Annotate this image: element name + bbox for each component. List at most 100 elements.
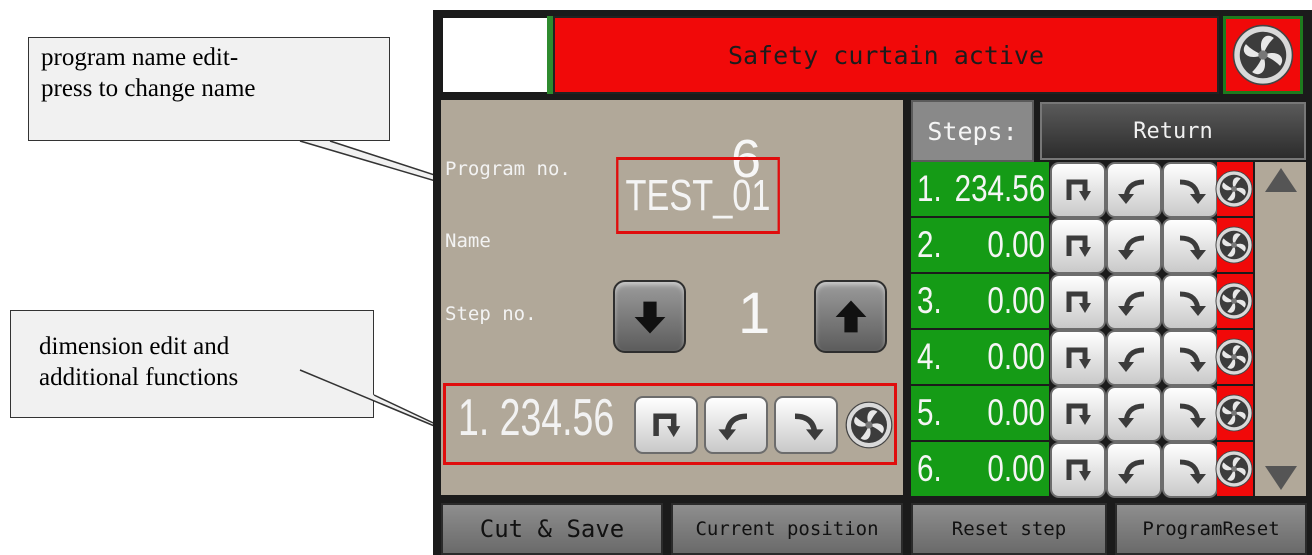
step-index: 3. (917, 280, 942, 321)
curve-left-icon (1114, 170, 1154, 210)
safety-banner: Safety curtain active (553, 16, 1219, 94)
curve-left-icon (1114, 338, 1154, 378)
arrow-up-icon (835, 300, 866, 332)
step-row: 1. 234.56 (911, 162, 1307, 218)
program-name-field[interactable]: TEST_01 (616, 157, 780, 234)
step-no-value: 1 (738, 281, 771, 346)
curve-left-icon (1114, 226, 1154, 266)
step-row: 3. 0.00 (911, 274, 1307, 330)
fan-icon (1215, 226, 1253, 264)
step-curve-left-button[interactable] (1106, 274, 1162, 330)
step-bend-button[interactable] (1050, 218, 1106, 274)
dimension-fan-button[interactable] (844, 396, 894, 454)
step-down-button[interactable] (613, 280, 686, 353)
curve-right-icon (784, 403, 828, 447)
step-curve-left-button[interactable] (1106, 218, 1162, 274)
step-fan-button[interactable] (1217, 442, 1253, 496)
fan-icon (1232, 24, 1294, 86)
step-index: 4. (917, 336, 942, 377)
step-fan-button[interactable] (1217, 162, 1253, 216)
step-fan-button[interactable] (1217, 330, 1253, 384)
step-curve-left-button[interactable] (1106, 162, 1162, 218)
step-value: 0.00 (987, 280, 1045, 321)
step-curve-right-button[interactable] (1162, 274, 1218, 330)
name-label: Name (445, 230, 491, 252)
header-blank-panel (441, 16, 549, 94)
step-value-cell[interactable]: 2. 0.00 (911, 218, 1049, 272)
step-fan-button[interactable] (1217, 218, 1253, 272)
fan-icon (1215, 170, 1253, 208)
callout-dimension-line2: additional functions (39, 364, 239, 391)
step-row: 5. 0.00 (911, 386, 1307, 442)
bend-down-icon (1058, 338, 1098, 378)
step-up-button[interactable] (814, 280, 887, 353)
program-reset-button[interactable]: ProgramReset (1115, 503, 1307, 555)
fan-icon (1215, 394, 1253, 432)
step-value-cell[interactable]: 3. 0.00 (911, 274, 1049, 328)
step-value: 0.00 (987, 224, 1045, 265)
step-value-cell[interactable]: 4. 0.00 (911, 330, 1049, 384)
dimension-value-field[interactable]: 1. 234.56 (458, 388, 614, 448)
callout-dimension-edit: dimension edit and additional functions (10, 310, 374, 418)
steps-label: Steps: (911, 100, 1034, 162)
bend-down-icon (1058, 450, 1098, 490)
step-index: 5. (917, 392, 942, 433)
fan-icon (1215, 338, 1253, 376)
bend-down-icon (1058, 394, 1098, 434)
step-curve-left-button[interactable] (1106, 330, 1162, 386)
curve-left-icon (1114, 450, 1154, 490)
step-row: 2. 0.00 (911, 218, 1307, 274)
curve-left-button[interactable] (704, 396, 768, 454)
fan-icon (845, 401, 893, 449)
curve-right-icon (1170, 394, 1210, 434)
fan-icon (1215, 282, 1253, 320)
step-curve-left-button[interactable] (1106, 442, 1162, 498)
header-fan-button[interactable] (1223, 16, 1303, 94)
step-bend-button[interactable] (1050, 442, 1106, 498)
dimension-value: 234.56 (499, 389, 615, 447)
return-button[interactable]: Return (1040, 102, 1306, 160)
steps-list: 1. 234.56 2. 0.00 3. 0.00 4. 0.00 5. 0.0… (911, 162, 1307, 498)
step-curve-left-button[interactable] (1106, 386, 1162, 442)
curve-right-button[interactable] (774, 396, 838, 454)
curve-right-icon (1170, 338, 1210, 378)
step-value-cell[interactable]: 5. 0.00 (911, 386, 1049, 440)
callout-program-name: program name edit- press to change name (28, 37, 390, 141)
arrow-down-icon (634, 301, 665, 333)
step-row: 4. 0.00 (911, 330, 1307, 386)
step-index: 1. (917, 168, 942, 209)
step-value-cell[interactable]: 1. 234.56 (911, 162, 1049, 216)
step-index: 6. (917, 448, 942, 489)
hmi-screen: Safety curtain active Program no. 6 Name… (433, 10, 1312, 555)
step-fan-button[interactable] (1217, 386, 1253, 440)
step-bend-button[interactable] (1050, 162, 1106, 218)
step-bend-button[interactable] (1050, 330, 1106, 386)
callout-dimension-line1: dimension edit and (39, 333, 230, 360)
step-curve-right-button[interactable] (1162, 386, 1218, 442)
curve-right-icon (1170, 226, 1210, 266)
step-curve-right-button[interactable] (1162, 218, 1218, 274)
reset-step-button[interactable]: Reset step (911, 503, 1107, 555)
fan-icon (1215, 450, 1253, 488)
step-bend-button[interactable] (1050, 386, 1106, 442)
step-curve-right-button[interactable] (1162, 162, 1218, 218)
callout-program-name-line1: program name edit- (41, 44, 239, 71)
step-value-cell[interactable]: 6. 0.00 (911, 442, 1049, 496)
step-bend-button[interactable] (1050, 274, 1106, 330)
step-no-label: Step no. (445, 303, 537, 325)
dimension-index: 1. (458, 389, 490, 447)
step-value: 0.00 (987, 336, 1045, 377)
dimension-edit-row: 1. 234.56 (443, 383, 897, 465)
step-curve-right-button[interactable] (1162, 442, 1218, 498)
step-value: 234.56 (954, 168, 1045, 209)
curve-right-icon (1170, 170, 1210, 210)
step-fan-button[interactable] (1217, 274, 1253, 328)
bend-down-icon (1058, 282, 1098, 322)
cut-save-button[interactable]: Cut & Save (441, 503, 663, 555)
bend-button[interactable] (634, 396, 698, 454)
curve-right-icon (1170, 282, 1210, 322)
bend-down-icon (1058, 226, 1098, 266)
curve-left-icon (714, 403, 758, 447)
step-curve-right-button[interactable] (1162, 330, 1218, 386)
current-position-button[interactable]: Current position (671, 503, 903, 555)
